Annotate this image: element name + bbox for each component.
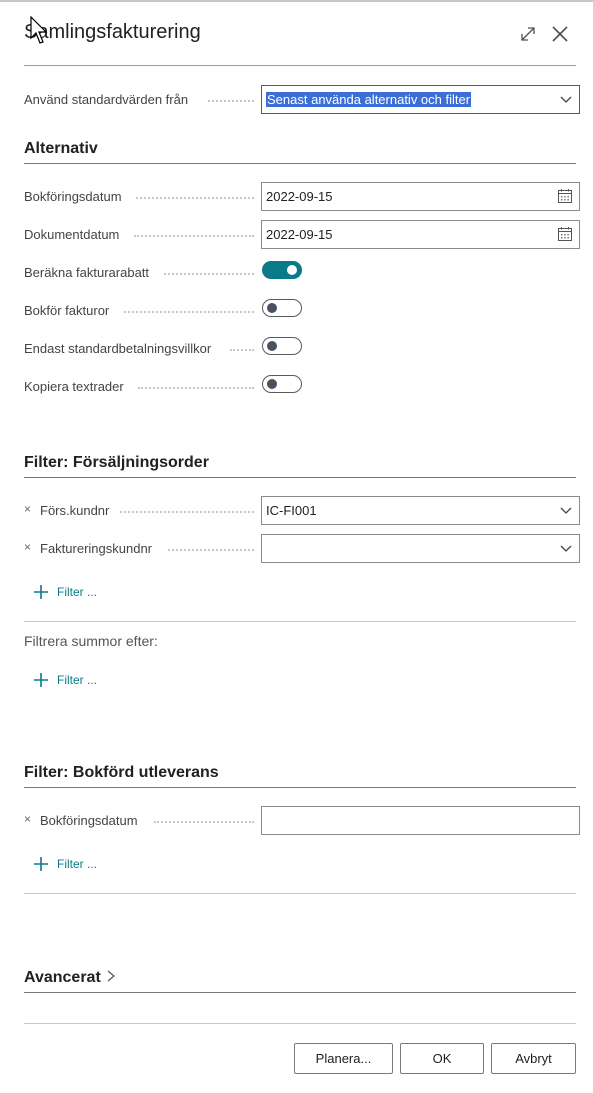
section-options-line bbox=[24, 163, 576, 164]
only-std-payment-terms-label: Endast standardbetalningsvillkor bbox=[24, 341, 212, 356]
only-std-payment-terms-toggle[interactable] bbox=[262, 337, 302, 355]
filter-row: × Faktureringskundnr bbox=[24, 534, 580, 564]
document-date-row: Dokumentdatum 2022-09-15 bbox=[24, 220, 580, 250]
expand-icon[interactable] bbox=[516, 22, 540, 46]
filter-row: × Förs.kundnr IC-FI001 bbox=[24, 496, 580, 526]
calc-invoice-discount-toggle[interactable] bbox=[262, 261, 302, 279]
section-advanced-title: Avancerat bbox=[24, 969, 101, 986]
dots-leader bbox=[124, 311, 254, 313]
shipment-posting-date-input[interactable] bbox=[261, 806, 580, 835]
defaults-row: Använd standardvärden från Senast använd… bbox=[24, 85, 580, 115]
calendar-icon[interactable] bbox=[557, 188, 573, 204]
posting-date-value: 2022-09-15 bbox=[266, 189, 333, 204]
dots-leader bbox=[168, 549, 254, 551]
totals-filter-label: Filtrera summor efter: bbox=[24, 633, 158, 649]
plus-icon bbox=[34, 673, 48, 687]
schedule-button[interactable]: Planera... bbox=[294, 1043, 393, 1074]
remove-filter-icon[interactable]: × bbox=[24, 502, 31, 516]
section-filter-sales-title: Filter: Försäljningsorder bbox=[24, 454, 209, 471]
defaults-value: Senast använda alternativ och filter bbox=[266, 92, 472, 107]
close-icon[interactable] bbox=[548, 22, 572, 46]
posting-date-row: Bokföringsdatum 2022-09-15 bbox=[24, 182, 580, 212]
document-date-value: 2022-09-15 bbox=[266, 227, 333, 242]
window-top-border bbox=[0, 0, 593, 2]
copy-text-lines-label: Kopiera textrader bbox=[24, 379, 124, 394]
remove-filter-icon[interactable]: × bbox=[24, 540, 31, 554]
posting-date-input[interactable]: 2022-09-15 bbox=[261, 182, 580, 211]
post-invoices-row: Bokför fakturor bbox=[24, 296, 576, 326]
remove-filter-icon[interactable]: × bbox=[24, 812, 31, 826]
dots-leader bbox=[230, 349, 254, 351]
dialog-title: Samlingsfakturering bbox=[24, 21, 201, 43]
dots-leader bbox=[120, 511, 254, 513]
add-totals-filter-label: Filter ... bbox=[57, 673, 98, 687]
customer-no-select[interactable]: IC-FI001 bbox=[261, 496, 580, 525]
header-divider bbox=[24, 65, 576, 66]
posting-date-label: Bokföringsdatum bbox=[24, 189, 122, 204]
divider bbox=[24, 621, 576, 622]
ok-button[interactable]: OK bbox=[400, 1043, 484, 1074]
dots-leader bbox=[138, 387, 254, 389]
defaults-select[interactable]: Senast använda alternativ och filter bbox=[261, 85, 580, 114]
plus-icon bbox=[34, 585, 48, 599]
post-invoices-label: Bokför fakturor bbox=[24, 303, 110, 318]
chevron-down-icon bbox=[560, 545, 572, 552]
copy-text-lines-row: Kopiera textrader bbox=[24, 372, 576, 402]
dots-leader bbox=[154, 821, 254, 823]
customer-no-value: IC-FI001 bbox=[266, 503, 317, 518]
document-date-label: Dokumentdatum bbox=[24, 227, 120, 242]
add-filter-label: Filter ... bbox=[57, 585, 98, 599]
filter-label: Förs.kundnr bbox=[40, 503, 110, 518]
section-filter-shipment-title: Filter: Bokförd utleverans bbox=[24, 764, 219, 781]
dots-leader bbox=[164, 273, 254, 275]
dots-leader bbox=[136, 197, 254, 199]
section-filter-shipment-line bbox=[24, 787, 576, 788]
chevron-down-icon bbox=[560, 507, 572, 514]
toggle-knob bbox=[287, 265, 297, 275]
mouse-cursor-icon bbox=[30, 16, 48, 44]
filter-row: × Bokföringsdatum bbox=[24, 806, 580, 836]
bill-to-customer-no-select[interactable] bbox=[261, 534, 580, 563]
section-advanced-header[interactable]: Avancerat bbox=[24, 969, 117, 987]
calc-invoice-discount-label: Beräkna fakturarabatt bbox=[24, 265, 150, 280]
toggle-knob bbox=[267, 341, 277, 351]
post-invoices-toggle[interactable] bbox=[262, 299, 302, 317]
toggle-knob bbox=[267, 379, 277, 389]
section-options-title: Alternativ bbox=[24, 140, 98, 157]
document-date-input[interactable]: 2022-09-15 bbox=[261, 220, 580, 249]
calendar-icon[interactable] bbox=[557, 226, 573, 242]
defaults-label: Använd standardvärden från bbox=[24, 92, 189, 107]
dots-leader bbox=[134, 235, 254, 237]
dots-leader bbox=[208, 100, 254, 102]
section-advanced-line bbox=[24, 992, 576, 993]
only-std-payment-terms-row: Endast standardbetalningsvillkor bbox=[24, 334, 576, 364]
footer-divider bbox=[24, 1023, 576, 1024]
filter-label: Bokföringsdatum bbox=[40, 813, 138, 828]
add-shipment-filter-label: Filter ... bbox=[57, 857, 98, 871]
chevron-right-icon bbox=[107, 970, 116, 982]
divider bbox=[24, 893, 576, 894]
plus-icon bbox=[34, 857, 48, 871]
copy-text-lines-toggle[interactable] bbox=[262, 375, 302, 393]
calc-invoice-discount-row: Beräkna fakturarabatt bbox=[24, 258, 576, 288]
section-filter-sales-line bbox=[24, 477, 576, 478]
chevron-down-icon bbox=[560, 96, 572, 103]
cancel-button[interactable]: Avbryt bbox=[491, 1043, 576, 1074]
toggle-knob bbox=[267, 303, 277, 313]
filter-label: Faktureringskundnr bbox=[40, 541, 152, 556]
